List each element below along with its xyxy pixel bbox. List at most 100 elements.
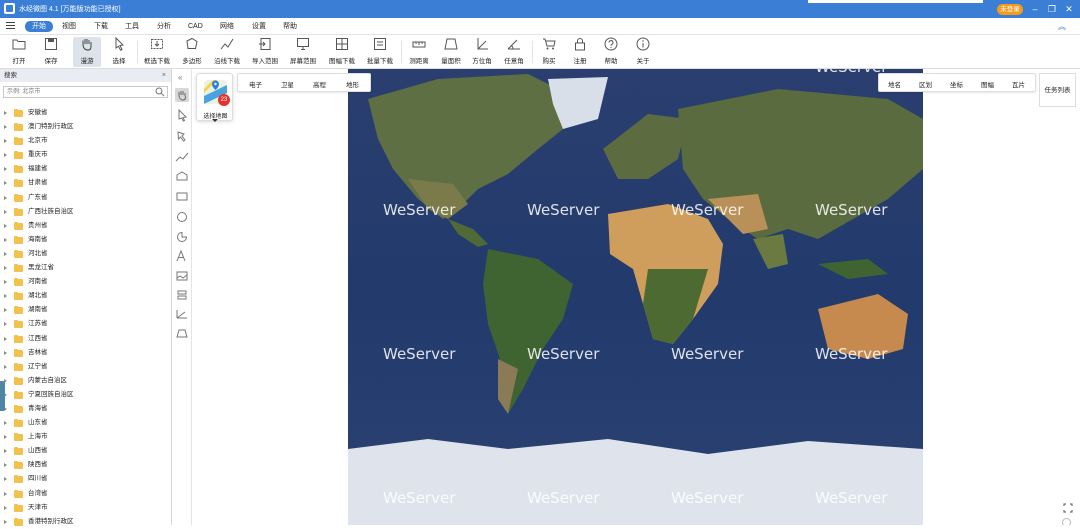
buy-button[interactable]: 购买 [536,37,562,67]
expand-arrow-icon[interactable] [4,139,7,144]
expand-arrow-icon[interactable] [4,449,7,454]
expand-arrow-icon[interactable] [4,336,7,341]
region-item[interactable]: 河北省 [0,247,172,261]
region-item[interactable]: 广东省 [0,191,172,205]
region-item[interactable]: 上海市 [0,430,172,444]
region-item[interactable]: 安徽省 [0,106,172,120]
expand-arrow-icon[interactable] [4,477,7,482]
region-item[interactable]: 重庆市 [0,148,172,162]
expand-arrow-icon[interactable] [4,322,7,327]
expand-arrow-icon[interactable] [4,308,7,313]
line-tool-icon[interactable] [175,150,189,164]
expand-arrow-icon[interactable] [4,195,7,200]
region-item[interactable]: 四川省 [0,472,172,486]
region-item[interactable]: 澳门特别行政区 [0,120,172,134]
tab-elevation[interactable]: 高程 [313,79,326,89]
expand-arrow-icon[interactable] [4,237,7,242]
import-extent-button[interactable]: 导入范围 [249,37,281,67]
tab-sheets[interactable]: 图幅 [981,79,994,89]
rectangle-tool-icon[interactable] [175,189,189,203]
polyline-tool-icon[interactable] [175,169,189,183]
circle-tool-icon[interactable] [175,209,189,223]
layer-tool-icon[interactable] [175,288,189,302]
minimize-button[interactable]: – [1029,3,1041,15]
register-button[interactable]: 注册 [567,37,593,67]
tab-place-names[interactable]: 地名 [888,79,901,89]
region-item[interactable]: 北京市 [0,134,172,148]
title-search-field[interactable] [808,0,983,3]
task-list-button[interactable]: 任务列表 [1039,73,1076,107]
box-select-download-button[interactable]: 框选下载 [141,37,173,67]
measure-area-button[interactable]: 量面积 [437,37,465,67]
point-tool-icon[interactable] [175,129,189,143]
expand-arrow-icon[interactable] [4,125,7,130]
expand-arrow-icon[interactable] [4,251,7,256]
expand-arrow-icon[interactable] [4,280,7,285]
save-button[interactable]: 保存 [38,37,64,67]
expand-arrow-icon[interactable] [4,463,7,468]
select-button[interactable]: 选择 [106,37,132,67]
expand-arrow-icon[interactable] [4,111,7,115]
region-item[interactable]: 内蒙古自治区 [0,374,172,388]
region-item[interactable]: 江西省 [0,332,172,346]
region-item[interactable]: 江苏省 [0,317,172,331]
region-item[interactable]: 香港特别行政区 [0,515,172,529]
tab-coordinates[interactable]: 坐标 [950,79,963,89]
menu-download[interactable]: 下载 [94,21,108,32]
region-item[interactable]: 陕西省 [0,458,172,472]
menu-cad[interactable]: CAD [188,21,203,32]
menu-start[interactable]: 开始 [25,21,53,32]
collapse-panel-icon[interactable]: « [178,73,182,82]
region-item[interactable]: 吉林省 [0,346,172,360]
expand-arrow-icon[interactable] [4,364,7,369]
expand-arrow-icon[interactable] [4,223,7,228]
region-item[interactable]: 天津市 [0,501,172,515]
menu-settings[interactable]: 设置 [252,21,266,32]
region-item[interactable]: 贵州省 [0,219,172,233]
measure-distance-button[interactable]: 测距离 [405,37,433,67]
expand-arrow-icon[interactable] [4,266,7,271]
area-tool-icon[interactable] [175,326,189,340]
select-tool-icon[interactable] [175,108,189,122]
search-icon[interactable] [155,87,165,97]
batch-download-button[interactable]: 批量下载 [364,37,396,67]
angle-tool-icon[interactable] [175,307,189,321]
region-item[interactable]: 青海省 [0,402,172,416]
menu-analysis[interactable]: 分析 [157,21,171,32]
region-item[interactable]: 甘肃省 [0,176,172,190]
side-collapse-tab[interactable] [0,381,5,411]
tab-tiles[interactable]: 瓦片 [1012,79,1025,89]
expand-arrow-icon[interactable] [4,519,7,524]
any-angle-button[interactable]: 任意角 [500,37,528,67]
search-input[interactable] [4,87,149,97]
menu-help[interactable]: 帮助 [283,21,297,32]
region-item[interactable]: 辽宁省 [0,360,172,374]
region-item[interactable]: 山东省 [0,416,172,430]
map-layer-picker[interactable]: 23 选择地图 [196,73,233,122]
region-item[interactable]: 海南省 [0,233,172,247]
tab-vector[interactable]: 电子 [249,79,262,89]
expand-arrow-icon[interactable] [4,153,7,158]
region-item[interactable]: 河南省 [0,275,172,289]
expand-arrow-icon[interactable] [4,505,7,510]
login-button[interactable]: 未登录 [997,4,1023,15]
tab-satellite[interactable]: 卫星 [281,79,294,89]
close-panel-icon[interactable]: × [162,69,166,82]
sector-tool-icon[interactable] [175,229,189,243]
tab-divisions[interactable]: 区划 [919,79,932,89]
expand-arrow-icon[interactable] [4,167,7,172]
region-item[interactable]: 山西省 [0,444,172,458]
fullscreen-icon[interactable] [1063,503,1073,513]
tab-terrain[interactable]: 地形 [346,79,359,89]
region-item[interactable]: 湖北省 [0,289,172,303]
screen-extent-button[interactable]: 屏幕范围 [287,37,319,67]
map-view[interactable]: WeServer WeServer WeServer WeServer WeSe… [193,69,1080,525]
satellite-world-map[interactable] [348,69,923,525]
about-button[interactable]: 关于 [630,37,656,67]
expand-arrow-icon[interactable] [4,209,7,214]
close-window-button[interactable]: ✕ [1063,3,1075,15]
expand-arrow-icon[interactable] [4,350,7,355]
open-button[interactable]: 打开 [6,37,32,67]
azimuth-button[interactable]: 方位角 [469,37,495,67]
menu-network[interactable]: 网络 [220,21,234,32]
